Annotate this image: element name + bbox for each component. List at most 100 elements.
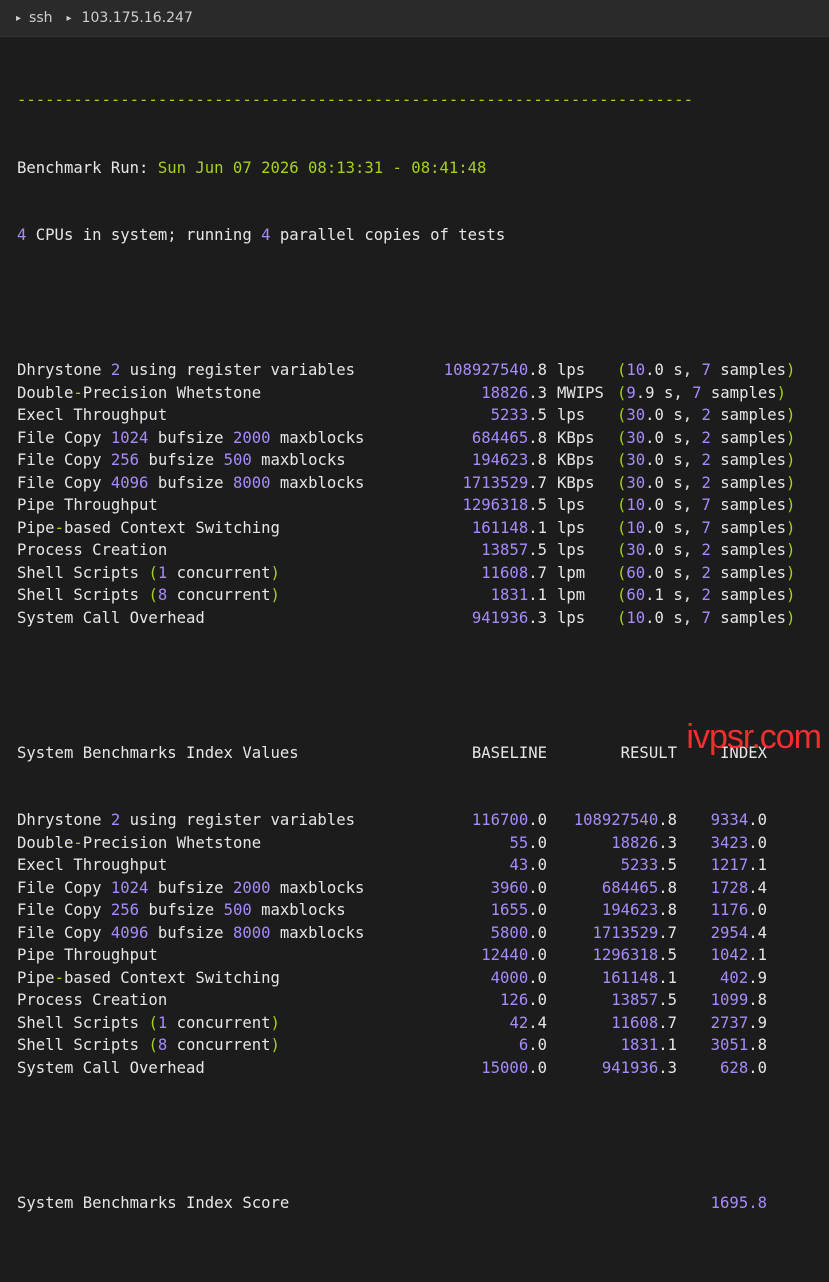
index-value: 9334.0 (710, 811, 767, 829)
index-value: 2954.4 (710, 923, 767, 942)
result-unit: lps (557, 496, 586, 514)
result-unit: KBps (557, 473, 595, 492)
index-name: Execl Throughput (17, 856, 168, 874)
result-value: 108927540.8 (443, 361, 547, 379)
result-unit: MWIPS (557, 383, 604, 402)
result-unit: lps (557, 406, 586, 424)
result-value: 1713529.7 (592, 923, 678, 942)
baseline-value: 1655.0 (490, 901, 547, 919)
index-row: Dhrystone 2 using register variables 1167… (17, 809, 822, 832)
result-value: 13857.5 (611, 991, 677, 1009)
index-row: File Copy 4096 bufsize 8000 maxblocks 580… (17, 922, 822, 945)
result-name: Execl Throughput (17, 406, 168, 424)
index-value: 402.9 (720, 968, 767, 987)
result-value: 5233.5 (490, 406, 547, 424)
baseline-value: 55.0 (509, 833, 547, 852)
index-name: File Copy 1024 bufsize 2000 maxblocks (17, 878, 365, 897)
result-value: 5233.5 (620, 856, 677, 874)
result-name: System Call Overhead (17, 608, 205, 627)
chevron-right-icon: ▸ (66, 12, 72, 24)
index-value: 1042.1 (710, 946, 767, 964)
index-name: Shell Scripts (1 concurrent) (17, 1013, 280, 1032)
result-value: 1831.1 (490, 586, 547, 604)
result-time: (10.0 s, 7 samples) (617, 496, 796, 514)
result-unit: lpm (557, 563, 586, 582)
index-row: Shell Scripts (1 concurrent) 42.4 11608.7 2… (17, 1012, 822, 1035)
result-value: 1831.1 (620, 1036, 677, 1054)
cpu-count: 4 (17, 226, 27, 244)
result-time: (60.0 s, 2 samples) (617, 563, 796, 582)
index-name: File Copy 4096 bufsize 8000 maxblocks (17, 923, 365, 942)
index-value: 628.0 (720, 1058, 767, 1077)
index-name: Pipe-based Context Switching (17, 968, 280, 987)
result-name: Dhrystone 2 using register variables (17, 361, 355, 379)
result-value: 941936.3 (471, 608, 547, 627)
result-time: (10.0 s, 7 samples) (617, 608, 796, 627)
result-row: Dhrystone 2 using register variables 1089… (17, 359, 822, 382)
copies-text: parallel copies of tests (270, 226, 506, 244)
result-time: (30.0 s, 2 samples) (617, 541, 796, 559)
titlebar-host[interactable]: 103.175.16.247 (82, 10, 193, 26)
baseline-value: 116700.0 (471, 811, 547, 829)
result-value: 1296318.5 (462, 496, 548, 514)
baseline-value: 5800.0 (490, 923, 547, 942)
baseline-value: 42.4 (509, 1013, 547, 1032)
index-name: File Copy 256 bufsize 500 maxblocks (17, 901, 346, 919)
result-name: Double-Precision Whetstone (17, 383, 262, 402)
score-value: 1695.8 (710, 1193, 767, 1212)
result-row: Pipe Throughput 1296318.5 lps (10.0 s, 7 sa… (17, 494, 822, 517)
result-value: 194623.8 (601, 901, 677, 919)
index-block: Dhrystone 2 using register variables 1167… (17, 809, 822, 1079)
run-label: Benchmark Run: (17, 158, 149, 177)
result-value: 1296318.5 (592, 946, 678, 964)
cpus-line: 4 CPUs in system; running 4 parallel cop… (17, 224, 822, 247)
result-row: Shell Scripts (1 concurrent) 11608.7 lpm (6… (17, 562, 822, 585)
result-time: (30.0 s, 2 samples) (617, 473, 796, 492)
baseline-value: 4000.0 (490, 968, 547, 987)
result-row: Execl Throughput 5233.5 lps (30.0 s, 2 samp… (17, 404, 822, 427)
result-name: Shell Scripts (8 concurrent) (17, 586, 280, 604)
index-title: System Benchmarks Index Values (17, 743, 299, 762)
separator-line: ----------------------------------------… (17, 91, 693, 109)
result-value: 941936.3 (601, 1058, 677, 1077)
result-name: File Copy 4096 bufsize 8000 maxblocks (17, 473, 365, 492)
result-time: (30.0 s, 2 samples) (617, 451, 796, 469)
index-name: Process Creation (17, 991, 168, 1009)
index-name: Pipe Throughput (17, 946, 158, 964)
index-value: 3423.0 (710, 833, 767, 852)
result-value: 18826.3 (611, 833, 677, 852)
index-row: System Call Overhead 15000.0 941936.3 628.0 (17, 1057, 822, 1080)
baseline-value: 43.0 (509, 856, 547, 874)
result-row: Double-Precision Whetstone 18826.3 MWIPS (9… (17, 382, 822, 405)
result-value: 18826.3 (481, 383, 547, 402)
result-name: File Copy 1024 bufsize 2000 maxblocks (17, 428, 365, 447)
index-value: 1217.1 (710, 856, 767, 874)
baseline-value: 126.0 (500, 991, 547, 1009)
result-time: (10.0 s, 7 samples) (617, 361, 796, 379)
result-row: Shell Scripts (8 concurrent) 1831.1 lpm (60… (17, 584, 822, 607)
result-row: System Call Overhead 941936.3 lps (10.0 s, … (17, 607, 822, 630)
terminal-output[interactable]: ----------------------------------------… (17, 44, 822, 1237)
index-name: System Call Overhead (17, 1058, 205, 1077)
index-row: File Copy 1024 bufsize 2000 maxblocks 396… (17, 877, 822, 900)
cpus-text: CPUs in system; running (26, 226, 262, 244)
index-row: Pipe Throughput 12440.0 1296318.5 1042.1 (17, 944, 822, 967)
result-name: File Copy 256 bufsize 500 maxblocks (17, 451, 346, 469)
index-row: File Copy 256 bufsize 500 maxblocks 1655.… (17, 899, 822, 922)
run-time: Sun Jun 07 2026 08:13:31 - 08:41:48 (157, 158, 487, 177)
index-value: 1176.0 (710, 901, 767, 919)
result-value: 684465.8 (601, 878, 677, 897)
result-header: RESULT (620, 743, 677, 762)
result-time: (30.0 s, 2 samples) (617, 406, 796, 424)
baseline-value: 6.0 (518, 1036, 547, 1054)
result-value: 11608.7 (481, 563, 547, 582)
score-label: System Benchmarks Index Score (17, 1193, 290, 1212)
result-value: 11608.7 (611, 1013, 677, 1032)
terminal-titlebar: ▸ ssh ▸ 103.175.16.247 (0, 0, 829, 37)
results-block: Dhrystone 2 using register variables 1089… (17, 359, 822, 629)
index-row: Double-Precision Whetstone 55.0 18826.3 342… (17, 832, 822, 855)
result-unit: lps (557, 518, 586, 537)
score-line: System Benchmarks Index Score 1695.8 (17, 1192, 822, 1215)
